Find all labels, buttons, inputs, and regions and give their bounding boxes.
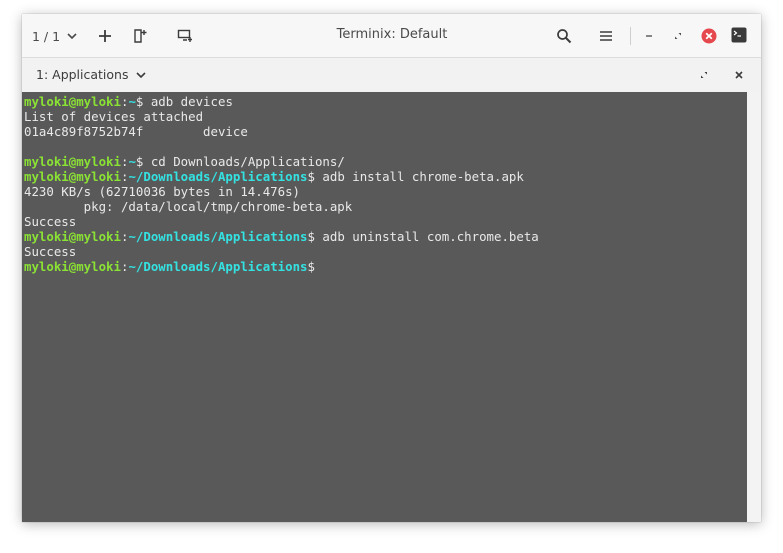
chevron-down-icon — [135, 69, 147, 81]
prompt-user: myloki@myloki — [24, 259, 121, 274]
maximize-terminal-button[interactable] — [696, 67, 712, 83]
close-icon — [701, 28, 717, 44]
terminal-text: $ — [307, 259, 315, 274]
terminal-output[interactable]: myloki@myloki:~$ adb devices List of devi… — [22, 92, 747, 522]
terminal-text: 4230 KB/s (62710036 bytes in 14.476s) — [24, 184, 301, 199]
prompt-path: ~/Downloads/Applications — [128, 169, 308, 184]
maximize-icon — [701, 72, 707, 78]
terminal-title-menu[interactable]: 1: Applications — [36, 67, 147, 82]
terminal-line: myloki@myloki:~/Downloads/Applications$ — [24, 259, 747, 274]
prompt-user: myloki@myloki — [24, 94, 121, 109]
terminal-line: Success — [24, 244, 747, 259]
add-terminal-button[interactable] — [95, 26, 115, 46]
sync-input-button[interactable] — [174, 26, 196, 46]
terminal-line: myloki@myloki:~$ adb devices — [24, 94, 747, 109]
menu-button[interactable] — [596, 26, 616, 46]
terminal-line: myloki@myloki:~/Downloads/Applications$ … — [24, 169, 747, 184]
terminal-line: myloki@myloki:~$ cd Downloads/Applicatio… — [24, 154, 747, 169]
plus-icon — [99, 30, 111, 42]
close-button[interactable] — [699, 26, 719, 46]
terminal-icon — [731, 27, 747, 43]
screen-link-icon — [177, 29, 192, 42]
prompt-user: myloki@myloki — [24, 229, 121, 244]
prompt-user: myloki@myloki — [24, 154, 121, 169]
terminal-scrollbar[interactable] — [747, 92, 761, 522]
terminal-text: $ adb devices — [135, 94, 233, 109]
terminal-title-label: 1: Applications — [36, 67, 129, 82]
terminal-text: $ adb install chrome-beta.apk — [307, 169, 524, 184]
terminal-app-button[interactable] — [730, 26, 748, 44]
chevron-down-icon — [66, 30, 78, 42]
restore-button[interactable] — [668, 26, 688, 46]
prompt-path: ~/Downloads/Applications — [128, 229, 308, 244]
session-count: 1 / 1 — [32, 28, 61, 44]
prompt-path: ~ — [128, 154, 136, 169]
terminal-text: 01a4c89f8752b74f device — [24, 124, 248, 139]
terminal-text: pkg: /data/local/tmp/chrome-beta.apk — [24, 199, 353, 214]
prompt-path: ~/Downloads/Applications — [128, 259, 308, 274]
terminal-text: $ cd Downloads/Applications/ — [135, 154, 345, 169]
terminal-text: List of devices attached — [24, 109, 204, 124]
session-switcher[interactable]: 1 / 1 — [32, 24, 78, 48]
header-bar: 1 / 1 Terminix: Default — [22, 14, 761, 57]
terminal-line: pkg: /data/local/tmp/chrome-beta.apk — [24, 199, 747, 214]
header-separator — [630, 27, 631, 45]
hamburger-icon — [600, 31, 612, 41]
minimize-icon — [646, 35, 652, 37]
document-add-icon — [134, 29, 147, 43]
prompt-path: ~ — [128, 94, 136, 109]
terminal-line: 4230 KB/s (62710036 bytes in 14.476s) — [24, 184, 747, 199]
terminal-line: myloki@myloki:~/Downloads/Applications$ … — [24, 229, 747, 244]
terminal-line: Success — [24, 214, 747, 229]
terminal-text: $ adb uninstall com.chrome.beta — [307, 229, 539, 244]
minimize-button[interactable] — [639, 26, 659, 46]
terminal-tab-bar: 1: Applications — [22, 57, 761, 94]
terminix-window: 1 / 1 Terminix: Default 1: Applications … — [22, 14, 761, 522]
window-title: Terminix: Default — [336, 27, 448, 42]
terminal-text: Success — [24, 244, 77, 259]
search-icon — [557, 29, 572, 44]
new-session-button[interactable] — [130, 26, 150, 46]
terminal-line: 01a4c89f8752b74f device — [24, 124, 747, 139]
close-terminal-button[interactable] — [731, 67, 747, 83]
prompt-user: myloki@myloki — [24, 169, 121, 184]
terminal-line: List of devices attached — [24, 109, 747, 124]
restore-icon — [675, 33, 681, 39]
close-icon — [735, 71, 743, 79]
search-button[interactable] — [554, 26, 574, 46]
terminal-text: Success — [24, 214, 77, 229]
